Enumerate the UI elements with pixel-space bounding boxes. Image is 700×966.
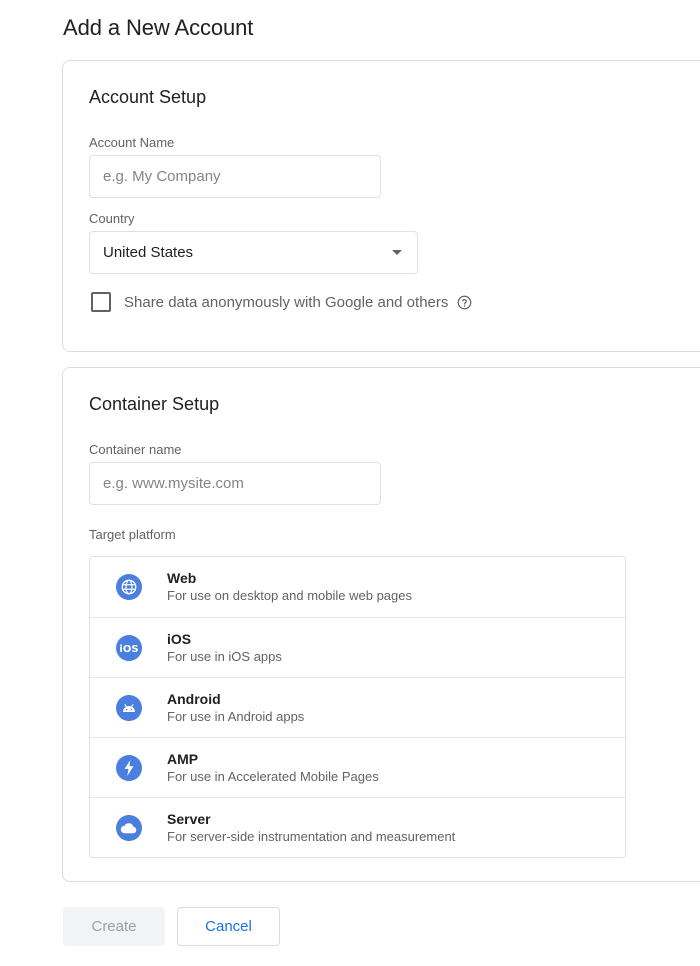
android-icon (116, 694, 142, 721)
create-button[interactable]: Create (63, 907, 165, 946)
platform-description: For use in iOS apps (167, 648, 282, 664)
cloud-icon (116, 814, 142, 841)
country-select[interactable]: United States (89, 231, 418, 274)
platform-description: For use in Accelerated Mobile Pages (167, 768, 379, 784)
country-selected-value: United States (103, 244, 194, 261)
platform-description: For use on desktop and mobile web pages (167, 588, 412, 603)
help-circle-icon[interactable] (457, 295, 472, 310)
ios-icon: iOS (116, 634, 142, 661)
share-data-label: Share data anonymously with Google and o… (124, 293, 449, 311)
platform-name: Web (167, 570, 197, 586)
platform-option-ios[interactable]: iOS iOS For use in iOS apps (90, 617, 625, 677)
dropdown-arrow-icon (392, 250, 402, 255)
platform-name: AMP (167, 750, 199, 767)
platform-option-web[interactable]: Web For use on desktop and mobile web pa… (90, 557, 625, 617)
account-name-input[interactable] (89, 155, 381, 198)
svg-text:iOS: iOS (119, 644, 138, 655)
globe-icon (116, 574, 142, 600)
platform-option-amp[interactable]: AMP For use in Accelerated Mobile Pages (90, 737, 625, 797)
platform-description: For use in Android apps (167, 708, 305, 724)
platform-name: Server (167, 810, 211, 827)
container-name-label: Container name (89, 442, 182, 457)
account-setup-title: Account Setup (89, 87, 207, 107)
lightning-icon (116, 754, 142, 781)
page-title: Add a New Account (63, 15, 254, 40)
share-data-option: Share data anonymously with Google and o… (91, 292, 472, 312)
platform-name: iOS (167, 630, 192, 647)
platform-option-server[interactable]: Server For server-side instrumentation a… (90, 797, 625, 857)
country-label: Country (89, 211, 135, 226)
cancel-button[interactable]: Cancel (177, 907, 280, 946)
platform-option-android[interactable]: Android For use in Android apps (90, 677, 625, 737)
target-platform-list: Web For use on desktop and mobile web pa… (89, 556, 626, 858)
target-platform-label: Target platform (89, 527, 176, 542)
container-setup-card: Container Setup Container name Target pl… (62, 367, 700, 882)
account-setup-card: Account Setup Account Name Country Unite… (62, 60, 700, 352)
platform-name: Android (167, 690, 221, 707)
share-data-checkbox[interactable] (91, 292, 111, 312)
platform-description: For server-side instrumentation and meas… (167, 828, 456, 844)
container-setup-title: Container Setup (89, 394, 220, 414)
container-name-input[interactable] (89, 462, 381, 505)
account-name-label: Account Name (89, 135, 175, 150)
